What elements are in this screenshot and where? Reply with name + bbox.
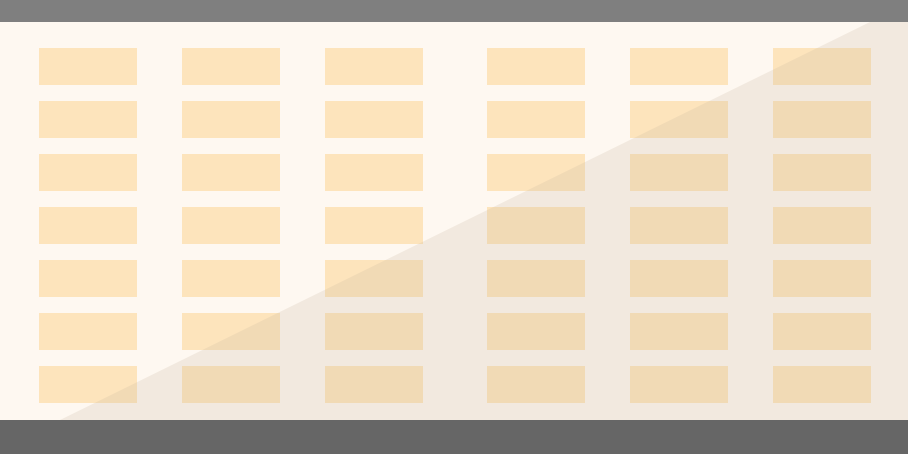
top-bar (0, 0, 908, 22)
tile (773, 260, 871, 297)
tile (487, 154, 585, 191)
tile (773, 366, 871, 403)
tile (325, 101, 423, 138)
tile (630, 101, 728, 138)
tile (39, 260, 137, 297)
tile (487, 260, 585, 297)
tile (325, 207, 423, 244)
tile (182, 207, 280, 244)
tile (39, 313, 137, 350)
tile (182, 48, 280, 85)
tile (773, 313, 871, 350)
tile (39, 366, 137, 403)
tile (773, 154, 871, 191)
tile (630, 366, 728, 403)
tile (39, 207, 137, 244)
tile (182, 101, 280, 138)
illustration (0, 0, 908, 454)
tile (325, 313, 423, 350)
bottom-bar (0, 420, 908, 454)
tile (39, 154, 137, 191)
tile-grid (0, 22, 908, 420)
tile (487, 101, 585, 138)
tile (630, 260, 728, 297)
tile (630, 48, 728, 85)
tile (773, 48, 871, 85)
tile (773, 101, 871, 138)
tile (325, 154, 423, 191)
tile (182, 313, 280, 350)
tile (39, 48, 137, 85)
tile (487, 313, 585, 350)
tile (182, 366, 280, 403)
tile (182, 260, 280, 297)
tile (39, 101, 137, 138)
tile (325, 366, 423, 403)
tile (630, 207, 728, 244)
tile (630, 154, 728, 191)
facade-panel (0, 22, 908, 420)
tile (325, 48, 423, 85)
tile (325, 260, 423, 297)
tile (182, 154, 280, 191)
tile (630, 313, 728, 350)
tile (487, 366, 585, 403)
tile (487, 207, 585, 244)
tile (487, 48, 585, 85)
tile (773, 207, 871, 244)
